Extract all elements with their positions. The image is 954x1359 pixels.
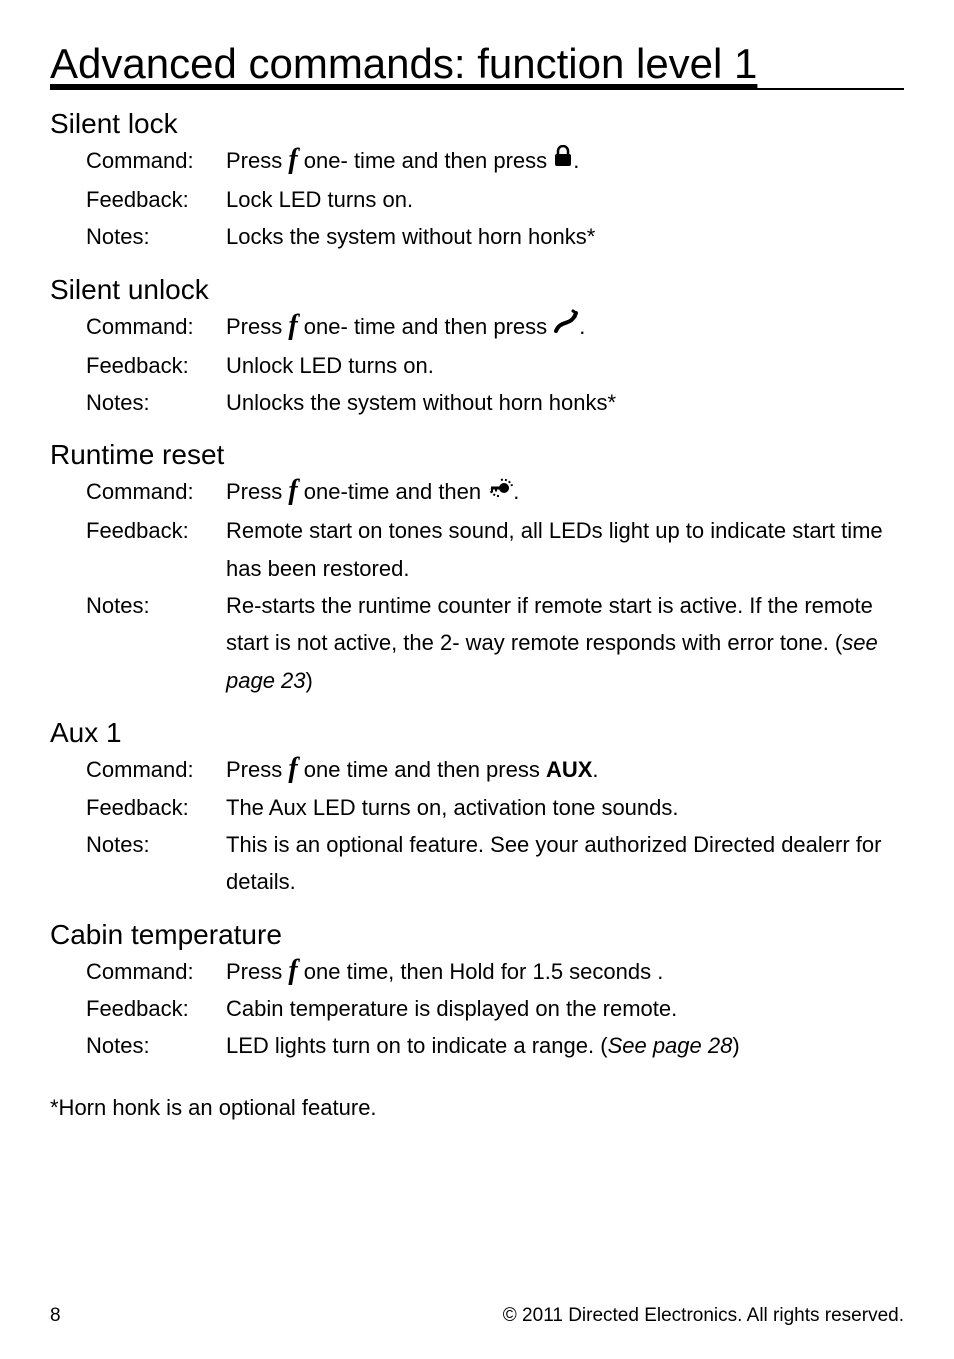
- label-feedback: Feedback:: [86, 512, 226, 549]
- value-feedback: Remote start on tones sound, all LEDs li…: [226, 512, 904, 587]
- entry-command: Command: Press f one time and then press…: [86, 751, 904, 788]
- value-notes: Unlocks the system without horn honks*: [226, 384, 904, 421]
- label-command: Command:: [86, 142, 226, 179]
- label-feedback: Feedback:: [86, 181, 226, 218]
- lock-icon: [553, 141, 573, 178]
- unlock-icon: [553, 307, 579, 344]
- f-icon: f: [288, 480, 297, 502]
- section-title-cabin-temp: Cabin temperature: [50, 919, 904, 951]
- entry-feedback: Feedback: Lock LED turns on.: [86, 181, 904, 218]
- footer: 8 © 2011 Directed Electronics. All right…: [50, 1305, 904, 1327]
- value-command: Press f one time, then Hold for 1.5 seco…: [226, 953, 904, 990]
- value-notes: Re-starts the runtime counter if remote …: [226, 587, 904, 699]
- label-command: Command:: [86, 308, 226, 345]
- section-title-silent-unlock: Silent unlock: [50, 274, 904, 306]
- section-title-runtime-reset: Runtime reset: [50, 439, 904, 471]
- key-icon: [487, 473, 513, 510]
- value-notes: LED lights turn on to indicate a range. …: [226, 1027, 904, 1064]
- entry-command: Command: Press f one time, then Hold for…: [86, 953, 904, 990]
- entry-command: Command: Press f one- time and then pres…: [86, 142, 904, 181]
- label-notes: Notes:: [86, 218, 226, 255]
- entry-notes: Notes: Re-starts the runtime counter if …: [86, 587, 904, 699]
- entry-feedback: Feedback: Remote start on tones sound, a…: [86, 512, 904, 587]
- aux-label: AUX: [546, 757, 592, 782]
- f-icon: f: [288, 960, 297, 982]
- entry-notes: Notes: This is an optional feature. See …: [86, 826, 904, 901]
- f-icon: f: [288, 149, 297, 171]
- footnote: *Horn honk is an optional feature.: [50, 1095, 904, 1121]
- label-feedback: Feedback:: [86, 990, 226, 1027]
- label-command: Command:: [86, 751, 226, 788]
- value-feedback: Lock LED turns on.: [226, 181, 904, 218]
- f-icon: f: [288, 758, 297, 780]
- entry-feedback: Feedback: Cabin temperature is displayed…: [86, 990, 904, 1027]
- label-notes: Notes:: [86, 826, 226, 863]
- entry-notes: Notes: LED lights turn on to indicate a …: [86, 1027, 904, 1064]
- entry-notes: Notes: Locks the system without horn hon…: [86, 218, 904, 255]
- value-command: Press f one- time and then press .: [226, 308, 904, 347]
- label-feedback: Feedback:: [86, 347, 226, 384]
- label-notes: Notes:: [86, 384, 226, 421]
- value-feedback: Cabin temperature is displayed on the re…: [226, 990, 904, 1027]
- value-notes: This is an optional feature. See your au…: [226, 826, 904, 901]
- entry-notes: Notes: Unlocks the system without horn h…: [86, 384, 904, 421]
- value-command: Press f one-time and then .: [226, 473, 904, 512]
- value-command: Press f one- time and then press .: [226, 142, 904, 181]
- value-feedback: Unlock LED turns on.: [226, 347, 904, 384]
- label-notes: Notes:: [86, 587, 226, 624]
- entry-feedback: Feedback: Unlock LED turns on.: [86, 347, 904, 384]
- value-notes: Locks the system without horn honks*: [226, 218, 904, 255]
- label-notes: Notes:: [86, 1027, 226, 1064]
- f-icon: f: [288, 315, 297, 337]
- entry-feedback: Feedback: The Aux LED turns on, activati…: [86, 789, 904, 826]
- value-command: Press f one time and then press AUX.: [226, 751, 904, 788]
- page: Advanced commands: function level 1 Sile…: [0, 0, 954, 1359]
- section-title-aux1: Aux 1: [50, 717, 904, 749]
- label-feedback: Feedback:: [86, 789, 226, 826]
- label-command: Command:: [86, 953, 226, 990]
- copyright: © 2011 Directed Electronics. All rights …: [503, 1305, 904, 1327]
- page-number: 8: [50, 1305, 61, 1327]
- page-title: Advanced commands: function level 1: [50, 40, 904, 90]
- section-title-silent-lock: Silent lock: [50, 108, 904, 140]
- value-feedback: The Aux LED turns on, activation tone so…: [226, 789, 904, 826]
- entry-command: Command: Press f one-time and then .: [86, 473, 904, 512]
- entry-command: Command: Press f one- time and then pres…: [86, 308, 904, 347]
- label-command: Command:: [86, 473, 226, 510]
